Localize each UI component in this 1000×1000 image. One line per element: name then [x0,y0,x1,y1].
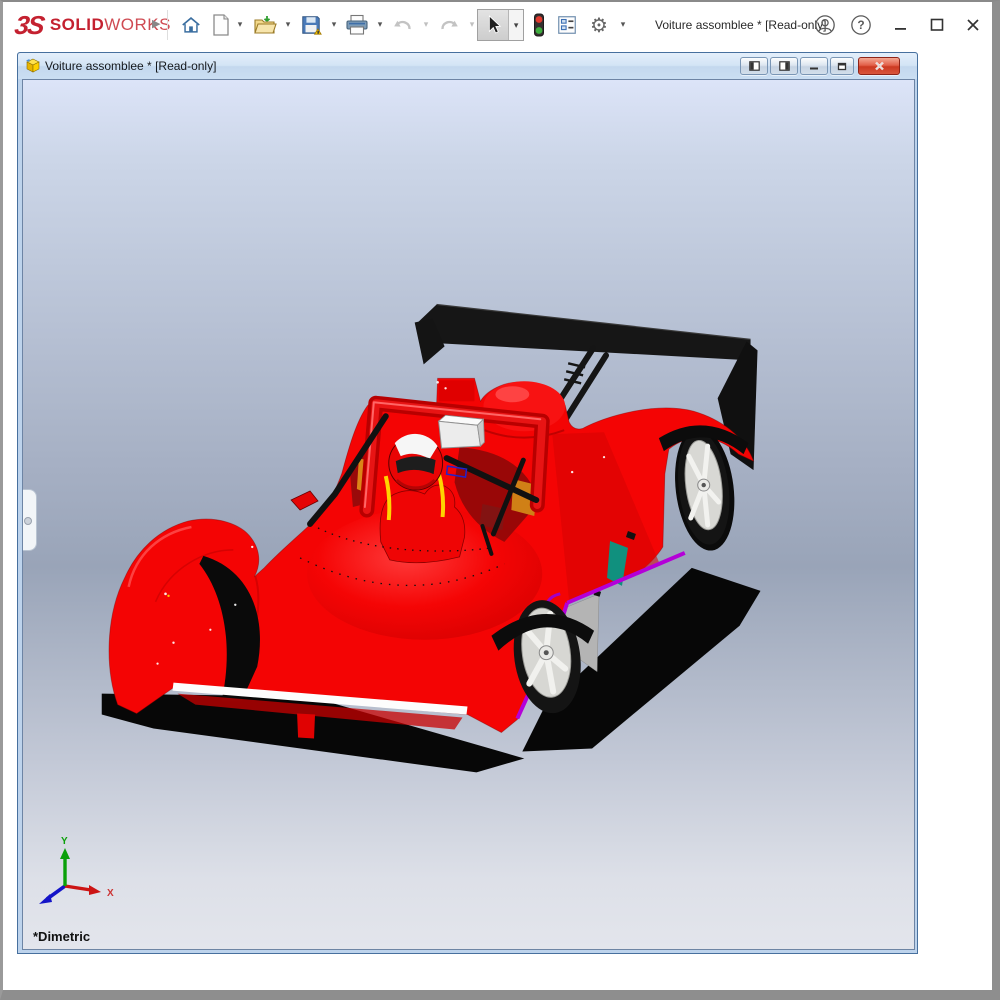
app-minimize-button[interactable] [889,15,913,35]
open-folder-icon [253,14,277,36]
undo-dropdown[interactable]: ▾ [420,19,432,30]
triad-y-axis: Y [60,836,70,886]
solidworks-logo[interactable]: 3S SOLID WORKS [15,8,171,42]
select-tool-pressed[interactable] [478,10,508,40]
side-mirror[interactable] [291,491,318,510]
reference-triad[interactable]: X Y [31,832,127,928]
assembly-icon [25,58,41,74]
solidworks-window: 3S SOLID WORKS ▶ ▾ [0,0,1000,1000]
print-icon [345,14,369,36]
doc-restore-button[interactable] [830,57,854,75]
race-car-model[interactable] [23,80,914,949]
settings-button[interactable]: ⚙ [587,13,611,37]
new-document-button[interactable] [209,13,233,37]
app-maximize-button[interactable] [925,15,949,35]
pane-left-icon [749,61,760,71]
save-icon [300,14,322,36]
toolbar-separator [167,10,168,40]
active-document-title: Voiture assomblee * [Read-only] [655,2,826,48]
settings-dropdown[interactable]: ▾ [617,19,629,30]
select-tool-dropdown[interactable]: ▾ [508,10,523,40]
doc-close-icon [874,61,885,71]
doc-close-button[interactable] [858,57,900,75]
doc-restore-icon [837,62,847,71]
interference-check-button[interactable] [527,13,551,37]
open-button[interactable] [253,13,277,37]
graphics-viewport[interactable]: X Y *Dimetric [22,79,915,950]
triad-x-axis: X [65,885,114,899]
new-document-icon [211,14,231,36]
account-button[interactable] [813,15,837,35]
new-document-dropdown[interactable]: ▾ [234,19,246,30]
save-button[interactable] [299,13,323,37]
intake-box [439,415,485,448]
svg-text:Y: Y [61,836,68,847]
properties-list-icon [556,14,578,36]
featuremanager-collapse-tab[interactable] [22,489,37,551]
driver-torso [380,485,465,563]
pane-left-button[interactable] [740,57,768,75]
app-close-button[interactable] [961,15,985,35]
view-orientation-label: *Dimetric [33,929,90,944]
document-titlebar[interactable]: Voiture assomblee * [Read-only] [18,53,917,79]
doc-minimize-button[interactable] [800,57,828,75]
minimize-icon [893,17,909,33]
close-icon [965,17,981,33]
help-button[interactable]: ? [849,15,873,35]
gear-icon: ⚙ [590,13,608,38]
select-arrow-icon [483,14,503,36]
svg-text:?: ? [857,18,864,32]
undo-button[interactable] [391,13,415,37]
undo-icon [391,14,415,36]
home-button[interactable] [179,13,203,37]
traffic-light-icon [532,13,546,37]
driver-helmet [389,434,443,490]
select-tool[interactable]: ▾ [477,9,524,41]
maximize-icon [929,17,945,33]
main-toolbar: 3S SOLID WORKS ▶ ▾ [3,2,990,48]
pane-right-button[interactable] [770,57,798,75]
options-list-button[interactable] [555,13,579,37]
redo-icon [437,14,461,36]
help-icon: ? [850,14,872,36]
triad-z-axis [39,886,65,904]
save-dropdown[interactable]: ▾ [328,19,340,30]
document-window: Voiture assomblee * [Read-only] [17,52,918,954]
pane-right-icon [779,61,790,71]
doc-minimize-icon [809,62,819,71]
account-icon [814,14,836,36]
menu-flyout-arrow[interactable]: ▶ [152,17,160,30]
document-title: Voiture assomblee * [Read-only] [45,53,216,79]
print-button[interactable] [345,13,369,37]
home-icon [180,14,202,36]
print-dropdown[interactable]: ▾ [374,19,386,30]
collapse-tab-handle [24,517,32,525]
dassault-3ds-mark: 3S [13,10,45,41]
open-dropdown[interactable]: ▾ [282,19,294,30]
redo-button[interactable] [437,13,461,37]
svg-text:X: X [107,888,114,899]
